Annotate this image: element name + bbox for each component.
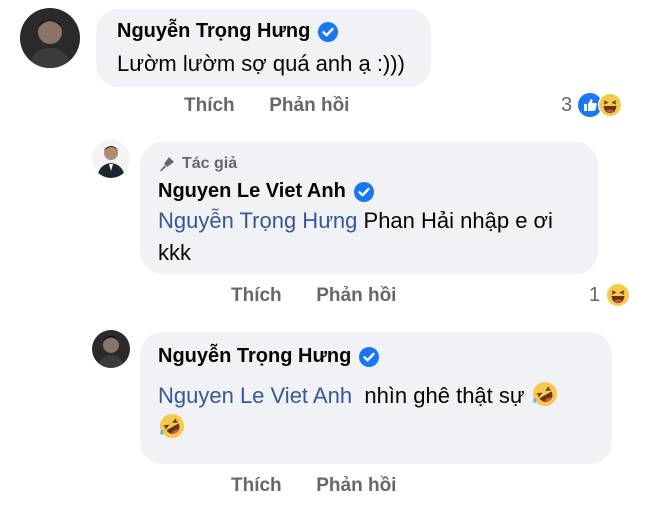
like-button[interactable]: Thích [231,475,282,496]
reaction-summary[interactable]: 1 [589,283,631,307]
like-button[interactable]: Thích [231,285,282,306]
verified-badge-icon [359,346,380,367]
comment-text: Nguyen Le Viet Anh nhìn ghê thật sự [158,380,598,444]
like-button[interactable]: Thích [184,95,235,116]
avatar-commenter-1[interactable] [20,8,80,68]
verified-badge-icon [353,181,374,202]
haha-icon [606,283,631,307]
microphone-icon [160,157,174,172]
reaction-count: 3 [561,93,573,116]
rolling-laughing-emoji-icon [532,382,557,406]
avatar-author[interactable] [92,140,130,178]
comment-actions: Thích Phản hồi [231,285,396,307]
mention-link[interactable]: Nguyễn Trọng Hưng [158,208,357,233]
comment-actions: Thích Phản hồi [231,475,396,497]
comment-text: Nguyễn Trọng Hưng Phan Hải nhập e ơi kkk [158,208,553,265]
mention-link[interactable]: Nguyen Le Viet Anh [158,383,352,408]
comment-author-name[interactable]: Nguyễn Trọng Hưng [158,345,380,368]
haha-icon [598,93,623,117]
comment-text: Lườm lườm sợ quá anh ạ :))) [117,51,405,76]
reaction-summary[interactable]: 3 [561,93,623,117]
avatar-commenter-2[interactable] [92,330,130,368]
reaction-count: 1 [589,283,601,306]
comment-author-name[interactable]: Nguyen Le Viet Anh [158,180,374,203]
comment-actions: Thích Phản hồi [184,95,349,117]
author-badge: Tác giả [158,155,237,173]
reply-button[interactable]: Phản hồi [316,285,396,306]
reply-button[interactable]: Phản hồi [269,95,349,116]
rolling-laughing-emoji-icon [160,414,184,438]
comment-author-name[interactable]: Nguyễn Trọng Hưng [117,20,339,43]
reply-button[interactable]: Phản hồi [316,475,396,496]
verified-badge-icon [318,21,339,42]
